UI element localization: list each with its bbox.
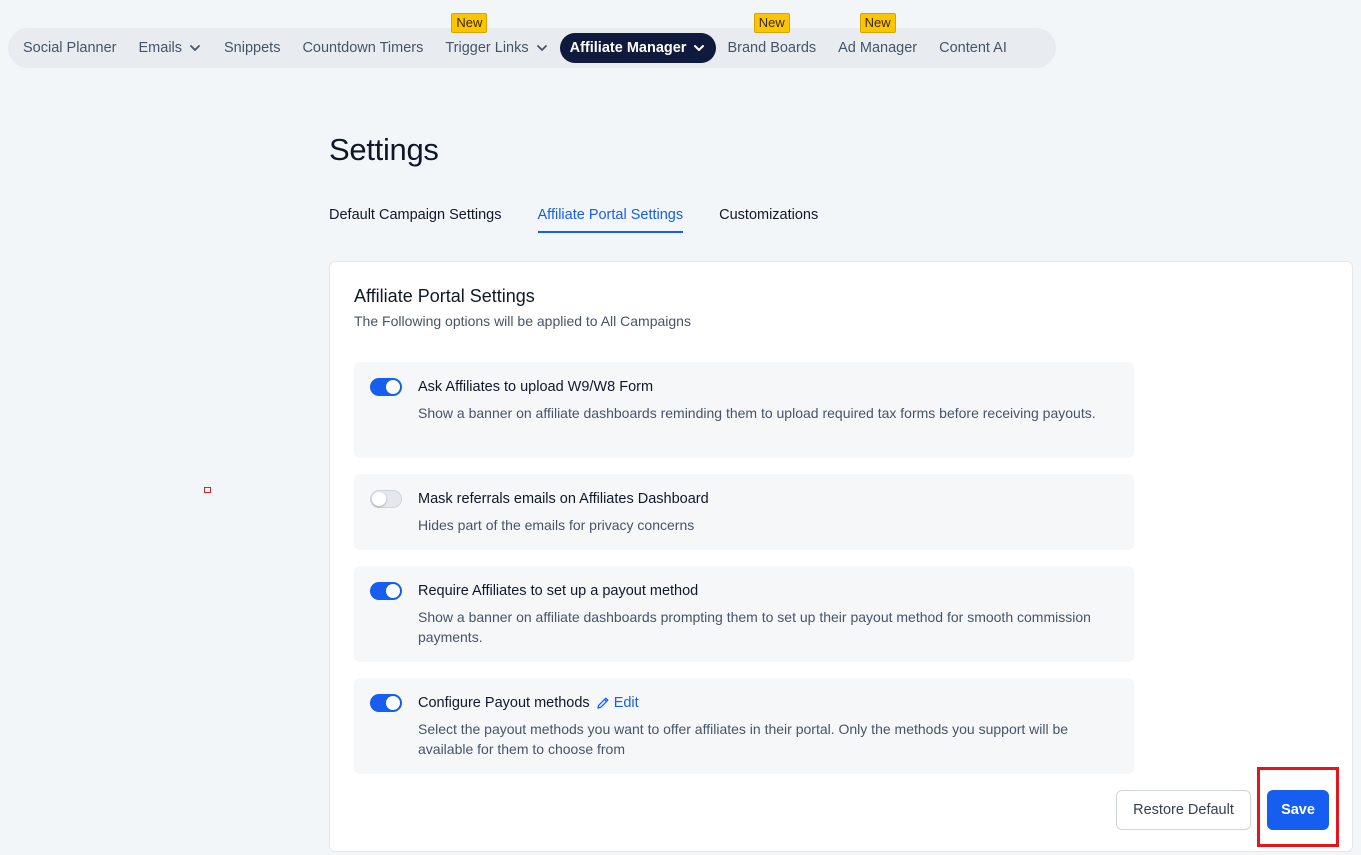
nav-label: Brand Boards xyxy=(727,40,817,56)
nav-label: Social Planner xyxy=(23,40,117,56)
toggle-switch[interactable] xyxy=(370,378,402,396)
left-panel xyxy=(8,88,308,855)
tab-affiliate-portal-settings[interactable]: Affiliate Portal Settings xyxy=(537,207,684,233)
new-badge: New xyxy=(859,13,896,33)
app-page: Social Planner Emails Snippets Countdown… xyxy=(0,0,1361,855)
nav-snippets[interactable]: Snippets xyxy=(213,33,291,63)
option-description: Show a banner on affiliate dashboards pr… xyxy=(418,609,1091,645)
nav-label: Emails xyxy=(138,40,183,56)
save-button[interactable]: Save xyxy=(1267,790,1329,830)
nav-content-ai[interactable]: Content AI xyxy=(928,33,1018,63)
nav-trigger-links[interactable]: New Trigger Links xyxy=(434,13,559,63)
nav-label: Countdown Timers xyxy=(302,40,424,56)
tab-default-campaign-settings[interactable]: Default Campaign Settings xyxy=(329,207,502,233)
toggle-switch[interactable] xyxy=(370,490,402,508)
card-title: Affiliate Portal Settings xyxy=(354,286,535,306)
nav-affiliate-manager[interactable]: Affiliate Manager xyxy=(559,33,717,63)
option-mask-emails: Mask referrals emails on Affiliates Dash… xyxy=(354,474,1134,550)
card-subtitle: The Following options will be applied to… xyxy=(354,313,691,329)
page-title: Settings xyxy=(329,132,439,167)
option-title: Mask referrals emails on Affiliates Dash… xyxy=(418,491,709,507)
nav-social-planner[interactable]: Social Planner xyxy=(12,33,128,63)
settings-tabs: Default Campaign Settings Affiliate Port… xyxy=(329,207,854,233)
new-badge: New xyxy=(753,13,790,33)
option-title: Configure Payout methods xyxy=(418,695,590,711)
option-configure-payout-methods: Configure Payout methods Edit Select the… xyxy=(354,678,1134,774)
nav-label: Content AI xyxy=(939,40,1007,56)
option-description: Hides part of the emails for privacy con… xyxy=(418,517,695,533)
restore-default-button[interactable]: Restore Default xyxy=(1116,790,1251,830)
option-description: Select the payout methods you want to of… xyxy=(418,721,1069,757)
affiliate-portal-settings-card: Affiliate Portal Settings The Following … xyxy=(329,261,1353,852)
nav-label: Trigger Links xyxy=(445,40,529,56)
option-title: Require Affiliates to set up a payout me… xyxy=(418,583,699,599)
chevron-down-icon xyxy=(188,41,202,55)
tab-customizations[interactable]: Customizations xyxy=(719,207,818,233)
edit-label: Edit xyxy=(613,695,639,711)
edit-payout-methods-link[interactable]: Edit xyxy=(596,695,639,711)
nav-countdown-timers[interactable]: Countdown Timers xyxy=(291,33,434,63)
nav-emails[interactable]: Emails xyxy=(128,33,214,63)
option-title-row: Configure Payout methods Edit xyxy=(418,695,639,711)
nav-ad-manager[interactable]: New Ad Manager xyxy=(827,13,928,63)
nav-label: Snippets xyxy=(224,40,281,56)
nav-label: Affiliate Manager xyxy=(569,40,687,56)
new-badge: New xyxy=(451,13,488,33)
option-w9-form: Ask Affiliates to upload W9/W8 Form Show… xyxy=(354,362,1134,458)
chevron-down-icon xyxy=(692,41,706,55)
toggle-switch[interactable] xyxy=(370,694,402,712)
option-description: Show a banner on affiliate dashboards re… xyxy=(418,405,1096,421)
option-payout-method: Require Affiliates to set up a payout me… xyxy=(354,566,1134,662)
chevron-down-icon xyxy=(535,41,549,55)
pencil-icon xyxy=(597,697,609,709)
nav-brand-boards[interactable]: New Brand Boards xyxy=(716,13,827,63)
option-title: Ask Affiliates to upload W9/W8 Form xyxy=(418,379,654,395)
top-nav: Social Planner Emails Snippets Countdown… xyxy=(8,13,1056,68)
nav-label: Ad Manager xyxy=(838,40,918,56)
toggle-switch[interactable] xyxy=(370,582,402,600)
cursor-marker xyxy=(204,487,211,493)
